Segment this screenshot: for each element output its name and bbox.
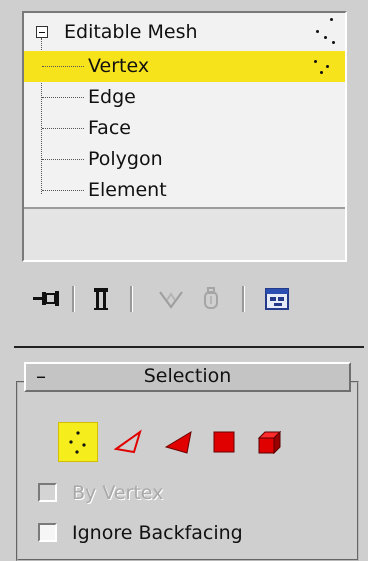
stack-item-label: Vertex — [88, 55, 150, 77]
polygon-level-icon — [213, 431, 235, 453]
toolbar-separator — [130, 286, 133, 312]
element-level-icon — [257, 430, 282, 455]
vertex-level-icon — [69, 431, 86, 454]
tree-connector — [42, 97, 84, 98]
stack-item-label: Polygon — [88, 148, 163, 170]
stack-item-element[interactable]: Element — [24, 175, 345, 206]
vertex-level-button[interactable] — [58, 422, 98, 462]
show-end-result-button[interactable] — [84, 280, 118, 318]
face-level-icon — [164, 430, 192, 454]
face-level-button[interactable] — [159, 422, 199, 462]
pin-stack-icon — [33, 291, 59, 306]
stack-item-label: Editable Mesh — [64, 21, 198, 43]
modifier-stack-toolbar — [24, 280, 354, 320]
make-unique-icon — [159, 291, 183, 309]
polygon-level-button[interactable] — [204, 422, 244, 462]
edge-level-icon — [114, 429, 142, 454]
configure-modifier-sets-button[interactable] — [260, 280, 294, 318]
stack-item-edge[interactable]: Edge — [24, 82, 345, 113]
make-unique-button[interactable] — [154, 280, 188, 318]
remove-modifier-icon — [204, 287, 218, 309]
selection-rollout: – Selection By Vertex Ignore Backfacing — [16, 362, 359, 561]
stack-item-label: Edge — [88, 86, 136, 108]
tree-connector — [42, 159, 84, 160]
stack-item-polygon[interactable]: Polygon — [24, 144, 345, 175]
pin-stack-button[interactable] — [30, 280, 64, 318]
modifier-stack-list[interactable]: Editable Mesh Vertex Edge Face Polygon E… — [22, 11, 347, 262]
edge-level-button[interactable] — [109, 422, 149, 462]
by-vertex-checkbox[interactable] — [38, 483, 57, 502]
show-end-result-icon — [94, 288, 108, 310]
stack-empty-area — [24, 207, 345, 260]
ignore-backfacing-checkbox[interactable] — [38, 523, 57, 542]
rollout-header[interactable]: – Selection — [24, 362, 351, 392]
tree-connector — [42, 66, 84, 67]
configure-modifier-sets-icon — [265, 288, 289, 310]
toolbar-separator — [242, 286, 245, 312]
ignore-backfacing-label: Ignore Backfacing — [72, 522, 243, 544]
element-level-button[interactable] — [249, 422, 289, 462]
stack-item-editable-mesh[interactable]: Editable Mesh — [24, 17, 345, 48]
vertex-dots-icon — [306, 53, 336, 83]
tree-connector — [42, 128, 84, 129]
stack-item-vertex[interactable]: Vertex — [24, 51, 345, 82]
by-vertex-label: By Vertex — [72, 482, 164, 504]
stack-item-label: Face — [88, 117, 131, 139]
stack-item-label: Element — [88, 179, 167, 201]
panel-divider — [14, 346, 364, 348]
remove-modifier-button[interactable] — [194, 280, 228, 318]
rollout-title: Selection — [143, 365, 232, 387]
modifier-stack-items: Editable Mesh Vertex Edge Face Polygon E… — [24, 13, 345, 207]
stack-item-face[interactable]: Face — [24, 113, 345, 144]
toolbar-separator — [72, 286, 75, 312]
tree-connector — [42, 190, 84, 191]
minus-box-icon[interactable] — [36, 26, 48, 38]
vertex-dots-icon — [306, 17, 336, 47]
